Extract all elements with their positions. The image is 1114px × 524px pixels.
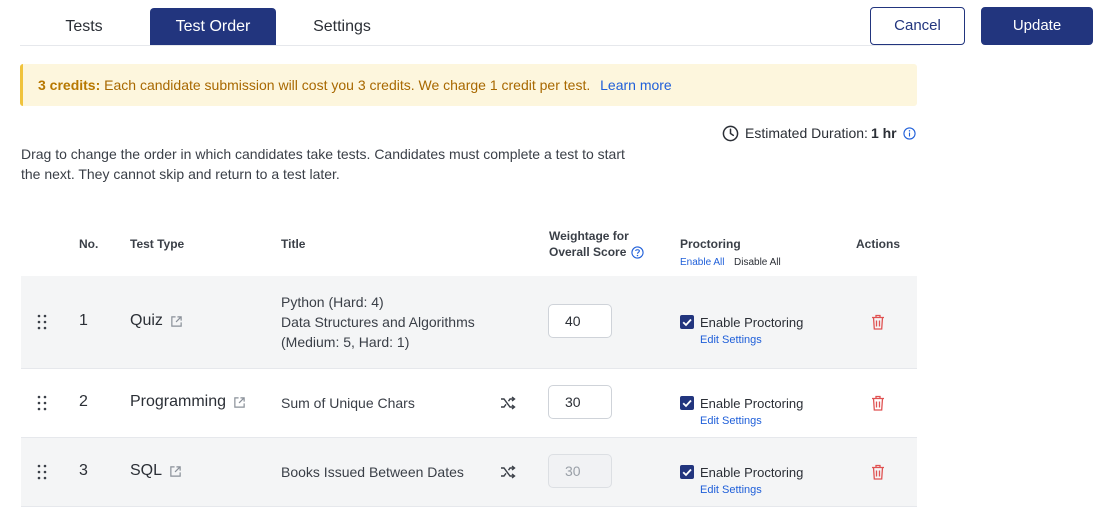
row-number: 3 (79, 462, 88, 479)
title-line: (Medium: 5, Hard: 1) (281, 334, 410, 350)
tab-test-order[interactable]: Test Order (150, 8, 276, 45)
help-icon[interactable] (631, 245, 645, 259)
proctoring-checkbox[interactable] (680, 396, 694, 410)
test-type-label: Programming (130, 393, 227, 410)
tab-bar: Tests Test Order Settings (20, 8, 920, 46)
proctoring-label: Enable Proctoring (700, 315, 804, 330)
weightage-input[interactable]: 30 (548, 385, 612, 419)
drag-handle-icon[interactable] (36, 395, 48, 411)
info-icon[interactable] (903, 126, 916, 140)
proctoring-checkbox[interactable] (680, 315, 694, 329)
test-type[interactable]: SQL (130, 462, 182, 480)
trash-icon[interactable] (871, 464, 885, 480)
header-weightage: Weightage for Overall Score (549, 228, 645, 260)
title-line: Python (Hard: 4) (281, 294, 384, 310)
drag-handle-icon[interactable] (36, 314, 48, 330)
credits-banner: 3 credits: Each candidate submission wil… (20, 64, 917, 106)
banner-text: Each candidate submission will cost you … (104, 77, 591, 93)
table-row[interactable]: 2 Programming Sum of Unique Chars 30 Ena… (21, 369, 917, 438)
edit-settings-link[interactable]: Edit Settings (700, 334, 762, 346)
header-weightage-line1: Weightage for (549, 229, 629, 243)
update-button[interactable]: Update (981, 7, 1093, 45)
row-number: 2 (79, 393, 88, 410)
test-title: Sum of Unique Chars (281, 395, 415, 411)
tab-tests[interactable]: Tests (42, 8, 126, 45)
duration-value: 1 hr (870, 125, 897, 141)
test-title: Books Issued Between Dates (281, 464, 464, 480)
test-type[interactable]: Programming (130, 393, 246, 411)
table-row[interactable]: 3 SQL Books Issued Between Dates 30 Enab… (21, 438, 917, 507)
test-type-label: SQL (130, 462, 163, 479)
test-title: Python (Hard: 4) Data Structures and Alg… (281, 292, 475, 352)
shuffle-icon[interactable] (500, 465, 516, 479)
header-no: No. (79, 237, 99, 251)
disable-all-link[interactable]: Disable All (734, 257, 781, 269)
header-title: Title (281, 237, 306, 251)
trash-icon[interactable] (871, 314, 885, 330)
shuffle-icon[interactable] (500, 396, 516, 410)
header-test-type: Test Type (130, 237, 185, 251)
clock-icon (722, 125, 739, 141)
external-link-icon[interactable] (170, 315, 183, 328)
weightage-input[interactable]: 40 (548, 304, 612, 338)
trash-icon[interactable] (871, 395, 885, 411)
cancel-button[interactable]: Cancel (870, 7, 965, 45)
header-weightage-line2: Overall Score (549, 245, 627, 259)
header-proctoring: Proctoring (680, 237, 741, 251)
order-description: Drag to change the order in which candid… (21, 144, 661, 184)
title-line: Data Structures and Algorithms (281, 314, 475, 330)
edit-settings-link[interactable]: Edit Settings (700, 484, 762, 496)
external-link-icon[interactable] (233, 396, 246, 409)
row-number: 1 (79, 312, 88, 329)
learn-more-link[interactable]: Learn more (600, 77, 672, 93)
header-actions: Actions (856, 237, 901, 251)
proctoring-label: Enable Proctoring (700, 396, 804, 411)
weightage-input: 30 (548, 454, 612, 488)
proctoring-label: Enable Proctoring (700, 465, 804, 480)
description-line: Drag to change the order in which candid… (21, 146, 625, 162)
estimated-duration: Estimated Duration: 1 hr (722, 124, 916, 142)
banner-credits: 3 credits: (38, 77, 101, 93)
edit-settings-link[interactable]: Edit Settings (700, 415, 762, 427)
external-link-icon[interactable] (169, 465, 182, 478)
tab-settings[interactable]: Settings (292, 8, 392, 45)
description-line: the next. They cannot skip and return to… (21, 166, 340, 182)
table-row[interactable]: 1 Quiz Python (Hard: 4) Data Structures … (21, 276, 917, 369)
drag-handle-icon[interactable] (36, 464, 48, 480)
duration-label: Estimated Duration: (745, 125, 868, 141)
proctoring-checkbox[interactable] (680, 465, 694, 479)
enable-all-link[interactable]: Enable All (680, 257, 724, 269)
test-type-label: Quiz (130, 312, 163, 329)
test-type[interactable]: Quiz (130, 312, 183, 330)
